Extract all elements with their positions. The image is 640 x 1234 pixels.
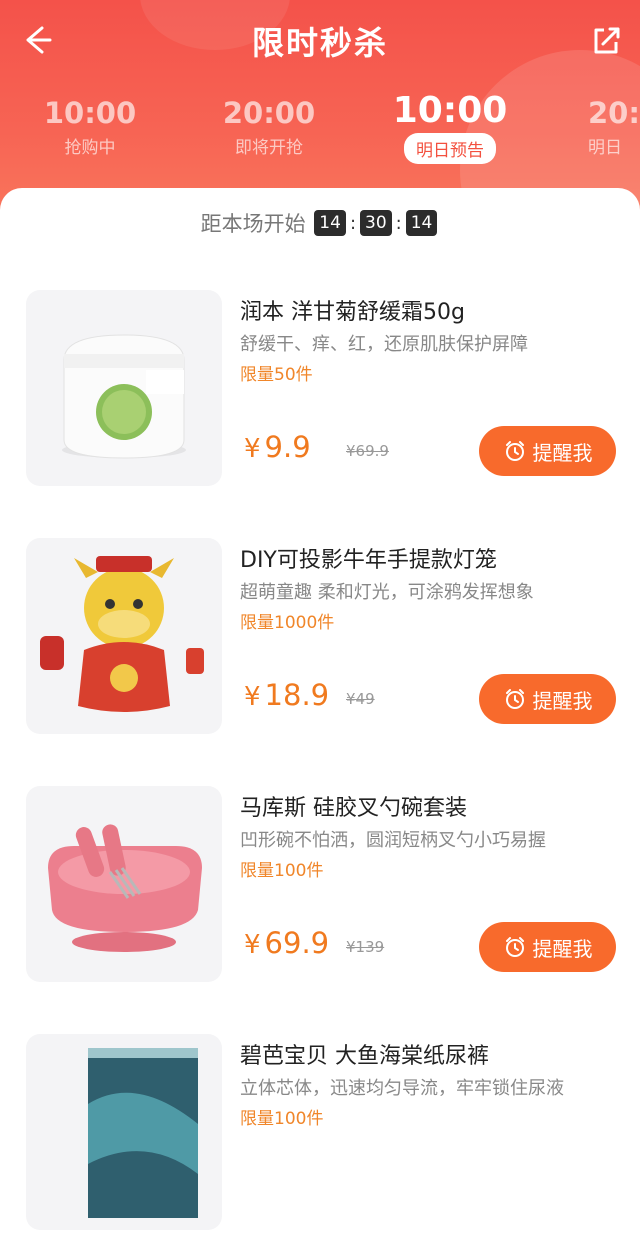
- original-price: ¥69.9: [346, 442, 389, 460]
- countdown-hours: 14: [314, 210, 346, 236]
- product-card[interactable]: 马库斯 硅胶叉勺碗套装 凹形碗不怕洒，圆润短柄叉勺小巧易握 限量100件 ¥69…: [0, 786, 640, 986]
- original-price: ¥49: [346, 690, 375, 708]
- price-value: 18.9: [264, 678, 330, 712]
- countdown: 距本场开始 14:30:14: [0, 208, 640, 238]
- product-limit: 限量1000件: [240, 613, 335, 633]
- alarm-clock-icon: [505, 689, 524, 709]
- session-status: 即将开抢: [235, 138, 303, 158]
- session-time: 20:: [588, 96, 640, 130]
- session-status: 明日预告: [404, 133, 496, 164]
- share-icon[interactable]: [586, 20, 626, 60]
- session-tabs: 10:00 抢购中 20:00 即将开抢 10:00 明日预告 20: 明日: [0, 90, 640, 175]
- session-tab-3[interactable]: 10:00 明日预告: [390, 89, 510, 164]
- price-value: 9.9: [264, 430, 311, 464]
- session-status: 抢购中: [64, 138, 116, 158]
- product-panel: 距本场开始 14:30:14 润本 洋甘菊舒缓霜50g 舒缓干、痒、红，还原肌肤…: [0, 188, 640, 1230]
- product-name: 马库斯 硅胶叉勺碗套装: [240, 796, 467, 821]
- alarm-clock-icon: [505, 937, 524, 957]
- product-name: 润本 洋甘菊舒缓霜50g: [240, 300, 465, 325]
- currency-symbol: ¥: [244, 930, 261, 960]
- product-image[interactable]: [26, 1034, 222, 1230]
- product-price: ¥9.9: [244, 430, 311, 464]
- remind-me-label: 提醒我: [532, 440, 593, 465]
- product-description: 超萌童趣 柔和灯光，可涂鸦发挥想象: [240, 582, 534, 603]
- product-description: 立体芯体，迅速均匀导流，牢牢锁住尿液: [240, 1078, 564, 1099]
- product-description: 凹形碗不怕洒，圆润短柄叉勺小巧易握: [240, 830, 546, 851]
- product-card[interactable]: 润本 洋甘菊舒缓霜50g 舒缓干、痒、红，还原肌肤保护屏障 限量50件 ¥9.9…: [0, 290, 640, 490]
- product-limit: 限量50件: [240, 365, 313, 385]
- countdown-seconds: 14: [405, 210, 438, 236]
- product-description: 舒缓干、痒、红，还原肌肤保护屏障: [240, 334, 528, 355]
- page-title: 限时秒杀: [251, 24, 388, 62]
- product-image[interactable]: [26, 538, 222, 734]
- remind-me-label: 提醒我: [532, 688, 593, 713]
- session-tab-2[interactable]: 20:00 即将开抢: [219, 95, 319, 158]
- countdown-minutes: 30: [360, 210, 392, 236]
- product-name: 碧芭宝贝 大鱼海棠纸尿裤: [240, 1044, 489, 1069]
- remind-me-button[interactable]: 提醒我: [479, 426, 616, 476]
- product-limit: 限量100件: [240, 861, 324, 881]
- remind-me-button[interactable]: 提醒我: [479, 922, 616, 972]
- alarm-clock-icon: [505, 441, 524, 461]
- price-value: 69.9: [264, 926, 330, 960]
- session-time: 20:00: [222, 96, 316, 130]
- session-time: 10:00: [392, 90, 508, 131]
- product-name: DIY可投影牛年手提款灯笼: [240, 548, 497, 573]
- product-image[interactable]: [26, 786, 222, 982]
- session-status: 明日: [588, 138, 622, 158]
- session-tab-1[interactable]: 10:00 抢购中: [40, 95, 140, 158]
- session-tab-4[interactable]: 20: 明日: [588, 95, 640, 158]
- product-card[interactable]: DIY可投影牛年手提款灯笼 超萌童趣 柔和灯光，可涂鸦发挥想象 限量1000件 …: [0, 538, 640, 738]
- product-image[interactable]: [26, 290, 222, 486]
- remind-me-label: 提醒我: [532, 936, 593, 961]
- product-price: ¥69.9: [244, 926, 329, 960]
- countdown-label: 距本场开始: [200, 212, 306, 236]
- session-time: 10:00: [43, 96, 137, 130]
- currency-symbol: ¥: [244, 682, 261, 712]
- remind-me-button[interactable]: 提醒我: [479, 674, 616, 724]
- original-price: ¥139: [346, 938, 385, 956]
- product-price: ¥18.9: [244, 678, 329, 712]
- currency-symbol: ¥: [244, 434, 261, 464]
- product-card[interactable]: 碧芭宝贝 大鱼海棠纸尿裤 立体芯体，迅速均匀导流，牢牢锁住尿液 限量100件: [0, 1034, 640, 1234]
- product-limit: 限量100件: [240, 1109, 324, 1129]
